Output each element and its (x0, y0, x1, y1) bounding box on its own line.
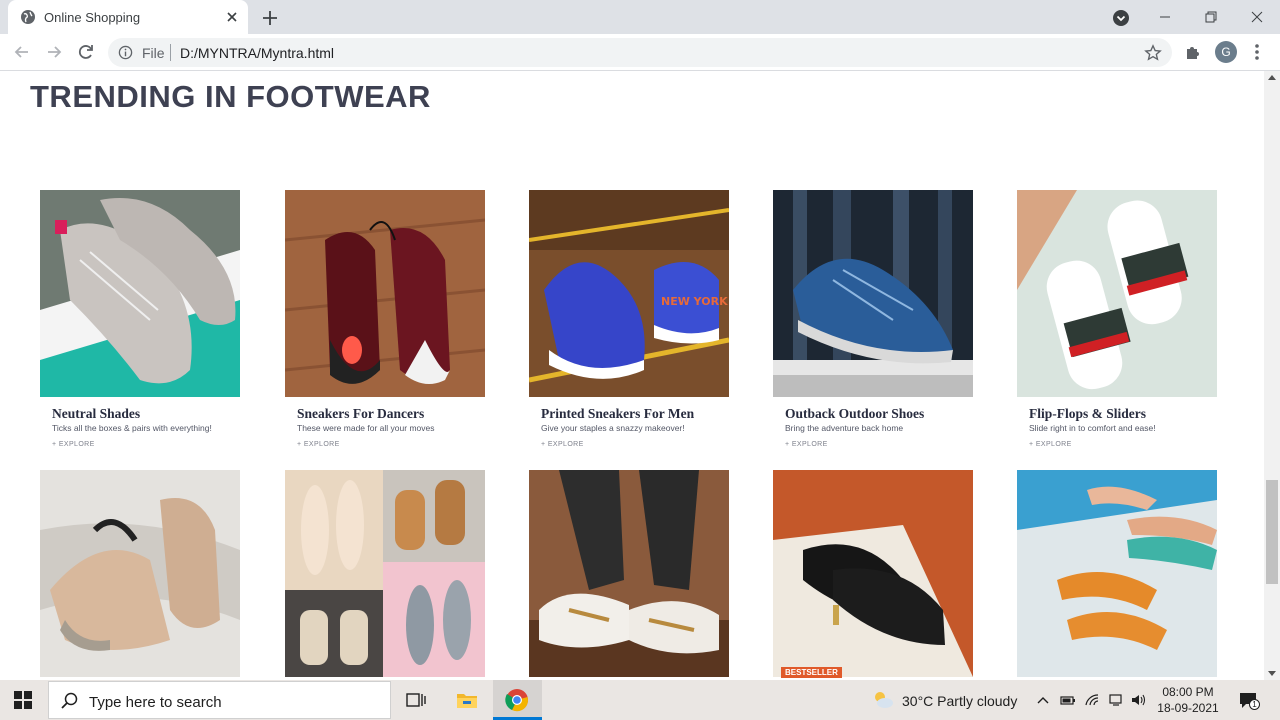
section-title: TRENDING IN FOOTWEAR (30, 79, 431, 114)
weather-partly-cloudy-icon[interactable] (872, 690, 894, 710)
windows-start-icon[interactable] (14, 691, 32, 709)
volume-icon[interactable] (1130, 692, 1146, 708)
tab-title: Online Shopping (44, 10, 141, 25)
scroll-up-arrow-icon[interactable] (1268, 75, 1276, 80)
card-image (529, 470, 729, 677)
card-image (40, 470, 240, 677)
card-image (40, 190, 240, 397)
card-subtitle: Give your staples a snazzy makeover! (541, 423, 685, 433)
clock-time: 08:00 PM (1162, 685, 1214, 699)
close-window-button[interactable] (1234, 0, 1280, 34)
tab-strip: Online Shopping (0, 0, 1280, 34)
reload-icon[interactable] (76, 42, 96, 62)
scroll-down-arrow-icon[interactable] (1268, 671, 1276, 676)
address-scheme: File (142, 45, 165, 61)
notification-count: 1 (1249, 699, 1260, 710)
bestseller-badge: BESTSELLER (781, 667, 842, 678)
new-tab-icon[interactable] (260, 8, 280, 28)
explore-link[interactable]: + EXPLORE (785, 441, 828, 448)
card-subtitle: Slide right in to comfort and ease! (1029, 423, 1156, 433)
chevron-up-icon[interactable] (1035, 692, 1051, 708)
card-image (1017, 190, 1217, 397)
clock-date: 18-09-2021 (1157, 701, 1219, 715)
task-view-icon[interactable] (404, 688, 428, 712)
explore-link[interactable]: + EXPLORE (541, 441, 584, 448)
browser-tab[interactable]: Online Shopping (8, 0, 248, 34)
close-tab-icon[interactable] (224, 9, 240, 25)
card-image (1017, 470, 1217, 677)
address-bar[interactable]: File D:/MYNTRA/Myntra.html (108, 38, 1172, 67)
search-icon (61, 692, 78, 709)
profile-avatar[interactable]: G (1215, 41, 1237, 63)
forward-arrow-icon[interactable] (44, 42, 64, 62)
wifi-icon[interactable] (1084, 692, 1100, 708)
globe-icon (21, 10, 35, 24)
display-icon[interactable] (1108, 692, 1124, 708)
card-title: Outback Outdoor Shoes (785, 406, 925, 421)
minimize-button[interactable] (1142, 0, 1188, 34)
close-icon (1251, 11, 1263, 23)
card-image: NEW YORK (529, 190, 729, 397)
explore-link[interactable]: + EXPLORE (52, 441, 95, 448)
windows-taskbar: Type here to search 30°C Partly cloudy 0… (0, 680, 1280, 720)
minimize-icon (1160, 16, 1170, 18)
menu-kebab-icon[interactable] (1250, 43, 1264, 61)
tab-search-icon[interactable] (1112, 9, 1130, 27)
card-title: Neutral Shades (52, 406, 141, 421)
back-arrow-icon[interactable] (12, 42, 32, 62)
card-image (773, 470, 973, 677)
weather-text[interactable]: 30°C Partly cloudy (902, 693, 1017, 709)
scroll-thumb[interactable] (1266, 480, 1278, 584)
taskbar-clock[interactable]: 08:00 PM 18-09-2021 (1152, 684, 1224, 716)
restore-button[interactable] (1188, 0, 1234, 34)
page-scrollbar[interactable] (1264, 71, 1280, 680)
info-icon[interactable] (118, 45, 133, 60)
card-title: Printed Sneakers For Men (541, 406, 695, 421)
explore-link[interactable]: + EXPLORE (297, 441, 340, 448)
notification-center[interactable]: 1 (1238, 690, 1260, 710)
svg-text:NEW YORK: NEW YORK (661, 295, 728, 308)
card-subtitle: Ticks all the boxes & pairs with everyth… (52, 423, 212, 433)
file-explorer-icon[interactable] (455, 688, 479, 712)
address-url[interactable]: D:/MYNTRA/Myntra.html (180, 45, 334, 61)
card-title: Sneakers For Dancers (297, 406, 425, 421)
explore-link[interactable]: + EXPLORE (1029, 441, 1072, 448)
browser-toolbar: File D:/MYNTRA/Myntra.html (0, 34, 1280, 71)
bookmark-star-icon[interactable] (1144, 44, 1162, 62)
card-image (773, 190, 973, 397)
restore-icon (1205, 11, 1217, 23)
page-viewport: TRENDING IN FOOTWEAR Neutral Shades Tick… (0, 71, 1264, 680)
battery-icon[interactable] (1060, 692, 1076, 708)
extensions-puzzle-icon[interactable] (1184, 43, 1202, 61)
address-divider (170, 44, 171, 61)
card-subtitle: These were made for all your moves (297, 423, 435, 433)
card-image (285, 470, 485, 677)
chrome-icon[interactable] (505, 688, 529, 712)
card-title: Flip-Flops & Sliders (1029, 406, 1147, 421)
search-placeholder: Type here to search (89, 694, 222, 711)
card-subtitle: Bring the adventure back home (785, 423, 904, 433)
taskbar-search-box[interactable]: Type here to search (48, 681, 391, 719)
card-image (285, 190, 485, 397)
